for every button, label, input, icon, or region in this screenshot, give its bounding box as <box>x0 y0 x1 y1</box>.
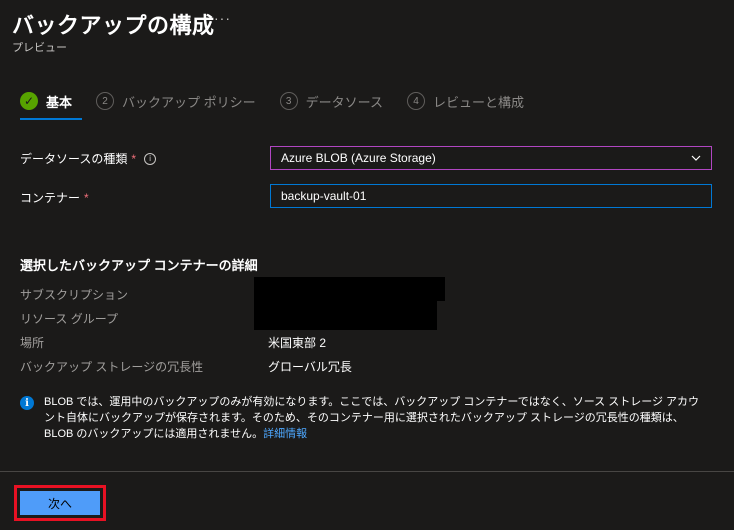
step-label: データソース <box>305 94 383 110</box>
redundancy-label: バックアップ ストレージの冗長性 <box>20 360 204 374</box>
container-label: コンテナー * <box>20 189 89 206</box>
step-review-configure[interactable]: 4 レビューと構成 <box>407 92 524 111</box>
required-marker: * <box>131 151 137 166</box>
learn-more-link[interactable]: 詳細情報 <box>263 428 307 440</box>
container-label-text: コンテナー <box>20 191 81 205</box>
datasource-type-label: データソースの種類 * i <box>20 150 157 167</box>
info-icon: i <box>20 396 34 410</box>
step-label: バックアップ ポリシー <box>122 94 256 110</box>
step-label: 基本 <box>46 94 73 110</box>
footer-divider <box>0 471 734 472</box>
container-input-value: backup-vault-01 <box>281 189 367 203</box>
step-backup-policy[interactable]: 2 バックアップ ポリシー <box>96 92 256 111</box>
info-message-text: BLOB では、運用中のバックアップのみが有効になります。ここでは、バックアップ… <box>44 394 700 442</box>
step-number: 4 <box>407 92 425 110</box>
next-button[interactable]: 次へ <box>20 491 100 515</box>
info-message-body: BLOB では、運用中のバックアップのみが有効になります。ここでは、バックアップ… <box>44 396 700 440</box>
subscription-redacted <box>254 277 445 301</box>
wizard-steps: ✓ 基本 2 バックアップ ポリシー 3 データソース 4 レビューと構成 <box>20 90 548 112</box>
subscription-label: サブスクリプション <box>20 288 129 302</box>
active-step-indicator <box>20 118 82 120</box>
datasource-type-dropdown[interactable]: Azure BLOB (Azure Storage) <box>270 146 712 170</box>
container-input[interactable]: backup-vault-01 <box>270 184 712 208</box>
datasource-type-value: Azure BLOB (Azure Storage) <box>281 151 436 165</box>
page-title: バックアップの構成 <box>12 13 215 38</box>
resource-group-redacted <box>254 301 437 330</box>
info-message: i BLOB では、運用中のバックアップのみが有効になります。ここでは、バックア… <box>20 394 700 442</box>
resource-group-label: リソース グループ <box>20 312 119 326</box>
step-basics[interactable]: ✓ 基本 <box>20 92 72 111</box>
step-number: 3 <box>279 92 298 110</box>
info-icon[interactable]: i <box>144 152 157 165</box>
datasource-type-label-text: データソースの種類 <box>20 152 128 166</box>
more-options-icon[interactable]: ··· <box>214 10 231 26</box>
redundancy-value: グローバル冗長 <box>268 360 352 374</box>
location-value: 米国東部 2 <box>268 336 327 350</box>
step-label: レビューと構成 <box>433 94 525 110</box>
required-marker: * <box>84 190 89 205</box>
location-label: 場所 <box>20 336 45 350</box>
step-number: 2 <box>96 92 115 110</box>
check-icon: ✓ <box>20 92 38 110</box>
step-datasources[interactable]: 3 データソース <box>279 92 383 111</box>
page-subtitle: プレビュー <box>12 42 67 54</box>
chevron-down-icon <box>691 155 701 161</box>
vault-details-title: 選択したバックアップ コンテナーの詳細 <box>20 258 258 273</box>
